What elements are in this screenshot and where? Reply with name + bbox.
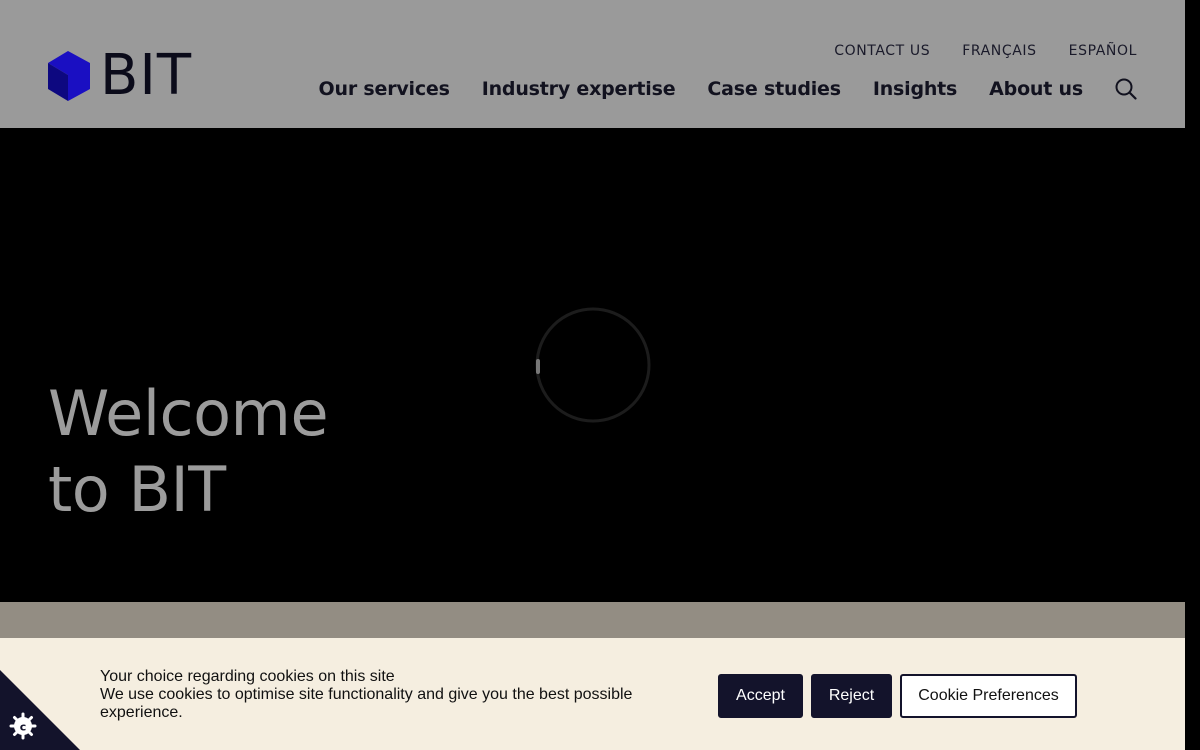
main-nav: Our services Industry expertise Case stu… [319, 78, 1137, 100]
hero-title-line1: Welcome [48, 377, 329, 450]
hero-title: Welcome to BIT [48, 376, 468, 528]
utility-link-espanol[interactable]: ESPAÑOL [1069, 43, 1137, 59]
logo-mark-icon [48, 51, 90, 101]
search-button[interactable] [1115, 78, 1137, 100]
utility-link-contact[interactable]: CONTACT US [834, 43, 930, 59]
cookie-buttons: Accept Reject Cookie Preferences [718, 674, 1077, 718]
nav-about-us[interactable]: About us [989, 78, 1083, 100]
accept-button[interactable]: Accept [718, 674, 803, 718]
utility-link-francais[interactable]: FRANÇAIS [962, 43, 1036, 59]
utility-nav: CONTACT US FRANÇAIS ESPAÑOL [834, 43, 1137, 59]
nav-insights[interactable]: Insights [873, 78, 958, 100]
spinner-icon [535, 307, 651, 423]
logo[interactable]: BIT [48, 43, 210, 108]
hero-section: Welcome to BIT [0, 128, 1185, 602]
cookie-settings-button[interactable]: c [0, 670, 80, 750]
search-icon [1115, 78, 1137, 100]
cookie-banner: Your choice regarding cookies on this si… [0, 638, 1185, 750]
cookie-preferences-button[interactable]: Cookie Preferences [900, 674, 1077, 718]
reject-button[interactable]: Reject [811, 674, 892, 718]
nav-industry-expertise[interactable]: Industry expertise [482, 78, 676, 100]
cookie-body: We use cookies to optimise site function… [100, 686, 633, 721]
content-band [0, 602, 1185, 638]
svg-text:c: c [20, 721, 27, 734]
cookie-title: Your choice regarding cookies on this si… [100, 668, 395, 685]
nav-our-services[interactable]: Our services [319, 78, 450, 100]
site-header: BIT CONTACT US FRANÇAIS ESPAÑOL Our serv… [0, 0, 1185, 128]
nav-case-studies[interactable]: Case studies [707, 78, 841, 100]
hero-title-line2: to BIT [48, 453, 226, 526]
cookie-icon: c [9, 712, 37, 740]
logo-text: BIT [100, 43, 193, 108]
cookie-text: Your choice regarding cookies on this si… [100, 668, 660, 722]
